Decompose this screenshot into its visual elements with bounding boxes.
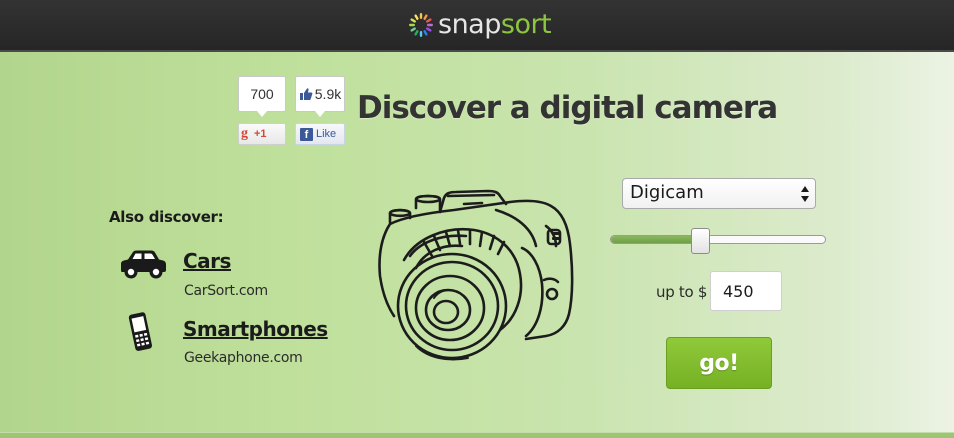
cars-site-name: CarSort.com xyxy=(184,283,268,299)
page: snapsort 700 5.9k g +1 f Like Discover a… xyxy=(0,0,954,438)
page-title: Discover a digital camera xyxy=(357,90,778,126)
max-price-input[interactable] xyxy=(710,271,782,311)
thumbs-up-icon xyxy=(299,88,313,100)
smartphones-site-name: Geekaphone.com xyxy=(184,350,303,366)
car-icon xyxy=(121,250,166,279)
cars-link[interactable]: Cars xyxy=(183,249,231,273)
gplus-button-label: +1 xyxy=(254,128,267,140)
go-button[interactable]: go! xyxy=(666,337,772,389)
snapsort-logo-icon xyxy=(409,13,433,37)
snapsort-logo[interactable]: snapsort xyxy=(408,8,552,42)
budget-slider-fill xyxy=(611,236,702,243)
budget-slider[interactable] xyxy=(610,228,826,254)
facebook-like-count: 5.9k xyxy=(314,86,342,102)
facebook-like-button[interactable]: f Like xyxy=(295,123,345,145)
gplus-count-bubble: 700 xyxy=(238,76,286,117)
select-arrows-icon xyxy=(801,186,809,202)
snapsort-logo-text: snapsort xyxy=(438,8,552,42)
price-prefix-label: up to $ xyxy=(656,283,708,301)
budget-slider-track[interactable] xyxy=(610,235,826,244)
smartphones-link[interactable]: Smartphones xyxy=(183,317,328,341)
logo-text-snap: snap xyxy=(438,9,501,40)
facebook-like-label: Like xyxy=(316,128,337,140)
logo-text-sort: sort xyxy=(500,9,552,40)
gplus-button[interactable]: g +1 xyxy=(238,123,286,145)
also-discover-heading: Also discover: xyxy=(109,208,224,226)
budget-slider-handle[interactable] xyxy=(691,228,710,254)
google-plus-icon: g xyxy=(241,126,248,141)
phone-icon xyxy=(128,312,153,351)
camera-type-selected-value: Digicam xyxy=(630,182,704,203)
facebook-count-bubble: 5.9k xyxy=(295,76,345,117)
camera-icon xyxy=(378,189,574,361)
camera-type-select[interactable]: Digicam xyxy=(622,178,816,209)
hero-bottom-border xyxy=(0,432,954,438)
facebook-icon: f xyxy=(300,127,313,141)
top-bar: snapsort xyxy=(0,0,954,52)
